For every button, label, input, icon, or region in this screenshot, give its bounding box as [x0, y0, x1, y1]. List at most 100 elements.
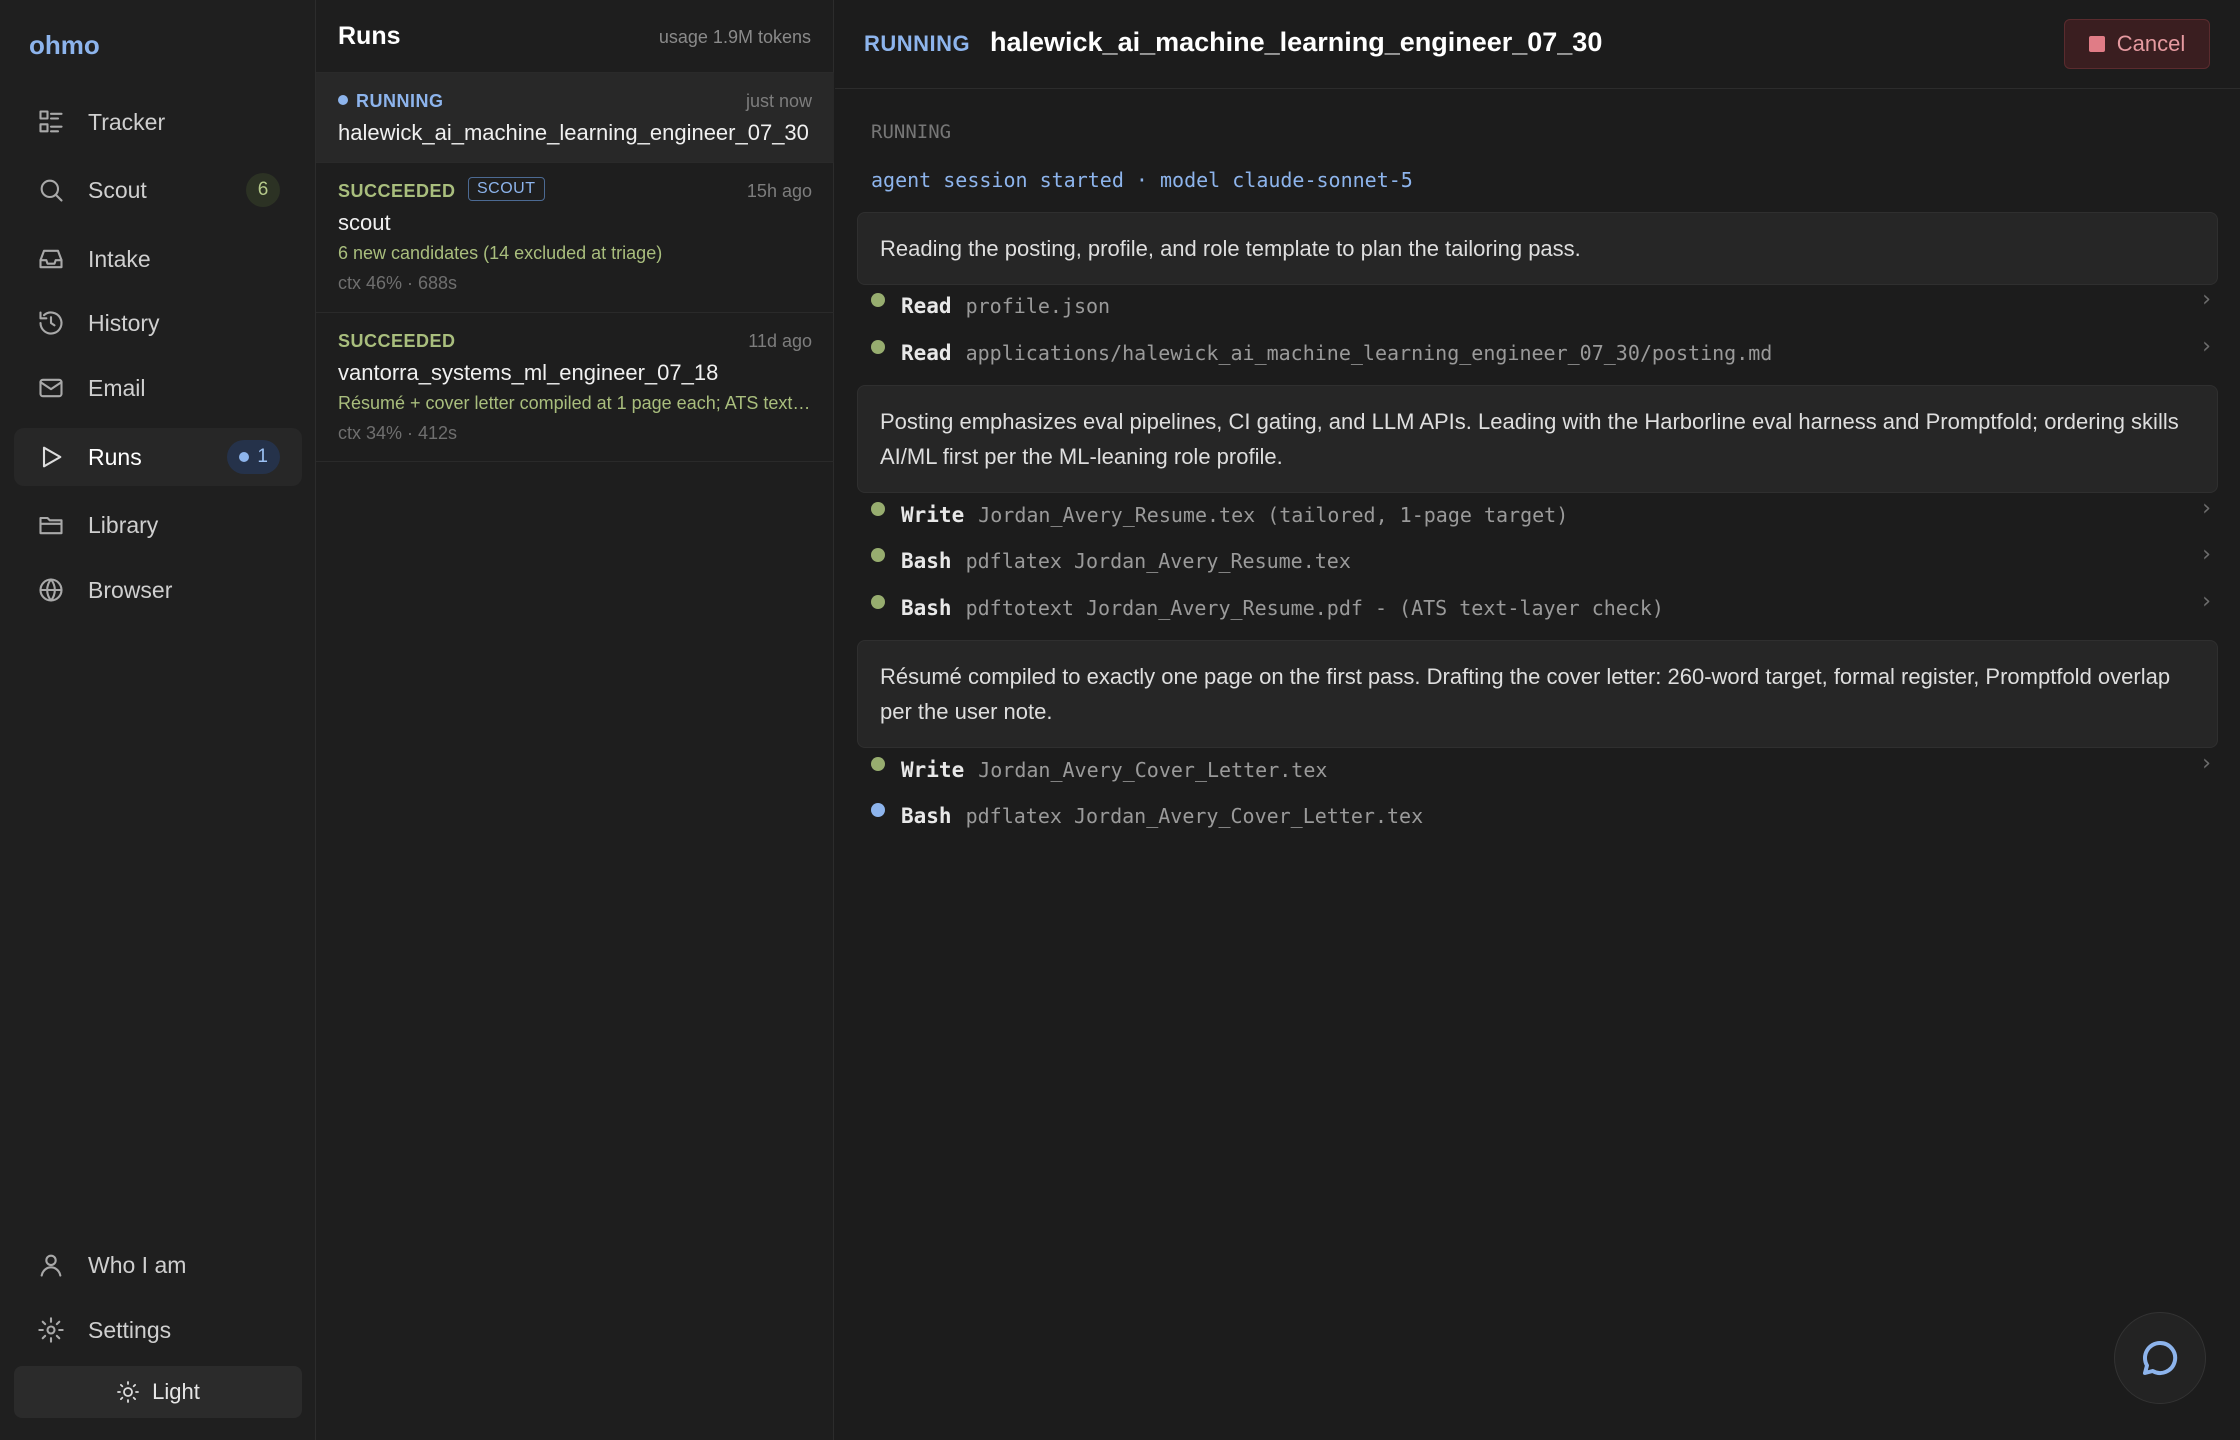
tool-call-row[interactable]: Bash pdflatex Jordan_Avery_Resume.tex ›	[871, 542, 2221, 578]
globe-icon	[36, 575, 66, 605]
theme-toggle-button[interactable]: Light	[14, 1366, 302, 1418]
tool-name: Bash	[901, 596, 952, 620]
run-status: RUNNING	[338, 91, 444, 112]
done-dot	[871, 502, 885, 516]
run-item[interactable]: SUCCEEDED SCOUT 15h ago scout 6 new cand…	[316, 162, 834, 312]
agent-message: Résumé compiled to exactly one page on t…	[857, 640, 2218, 748]
sidebar-item-runs[interactable]: Runs 1	[14, 428, 302, 486]
sidebar: ohmo Tracker Scout 6 Intake History Emai…	[0, 0, 316, 1440]
run-item[interactable]: SUCCEEDED 11d ago vantorra_systems_ml_en…	[316, 312, 834, 462]
cancel-label: Cancel	[2116, 31, 2186, 56]
agent-message: Posting emphasizes eval pipelines, CI ga…	[857, 385, 2218, 493]
sidebar-item-label: Email	[88, 374, 146, 401]
user-icon	[36, 1250, 66, 1280]
chevron-right-icon: ›	[2199, 287, 2213, 312]
run-item[interactable]: RUNNING just now halewick_ai_machine_lea…	[316, 72, 834, 162]
sidebar-item-label: Who I am	[88, 1251, 187, 1278]
usage-text: usage 1.9M tokens	[658, 27, 811, 47]
sidebar-item-who-i-am[interactable]: Who I am	[14, 1236, 302, 1294]
sidebar-item-browser[interactable]: Browser	[14, 561, 302, 619]
run-time: 15h ago	[746, 181, 812, 201]
sidebar-item-label: Scout	[88, 176, 147, 203]
tool-arg: pdftotext Jordan_Avery_Resume.pdf - (ATS…	[965, 596, 1664, 620]
chevron-right-icon: ›	[2199, 496, 2213, 521]
chat-bubble-icon	[2143, 1340, 2178, 1375]
tool-call-row[interactable]: Read applications/halewick_ai_machine_le…	[871, 334, 2221, 370]
stop-icon	[2088, 36, 2105, 52]
chevron-right-icon: ›	[2199, 589, 2213, 614]
running-dot	[871, 803, 885, 817]
sidebar-item-intake[interactable]: Intake	[14, 230, 302, 288]
run-meta: ctx 34% · 412s	[338, 423, 458, 443]
run-tag: SCOUT	[468, 177, 545, 201]
run-header: RUNNING halewick_ai_machine_learning_eng…	[835, 0, 2240, 89]
tool-call-row[interactable]: Write Jordan_Avery_Resume.tex (tailored,…	[871, 496, 2221, 532]
tool-name: Read	[901, 341, 952, 365]
done-dot	[871, 340, 885, 354]
sidebar-item-tracker[interactable]: Tracker	[14, 93, 302, 151]
tool-arg: Jordan_Avery_Resume.tex (tailored, 1-pag…	[978, 503, 1569, 527]
run-meta: ctx 46% · 688s	[338, 273, 458, 293]
mail-icon	[36, 373, 66, 403]
running-dot	[338, 95, 348, 106]
done-dot	[871, 548, 885, 562]
run-summary: Résumé + cover letter compiled at 1 page…	[338, 393, 812, 413]
run-detail: RUNNING halewick_ai_machine_learning_eng…	[835, 0, 2240, 1440]
done-dot	[871, 595, 885, 609]
tool-arg: Jordan_Avery_Cover_Letter.tex	[978, 758, 1328, 782]
tool-name: Write	[901, 503, 965, 527]
tool-arg: applications/halewick_ai_machine_learnin…	[965, 341, 1773, 365]
log-status: RUNNING	[871, 121, 952, 143]
run-time: just now	[745, 91, 812, 111]
inbox-icon	[36, 244, 66, 274]
app-logo[interactable]: ohmo	[29, 30, 100, 61]
page-title: halewick_ai_machine_learning_engineer_07…	[990, 27, 1603, 57]
sidebar-item-label: Runs	[88, 443, 142, 470]
sidebar-item-email[interactable]: Email	[14, 359, 302, 417]
play-icon	[36, 442, 66, 472]
chevron-right-icon: ›	[2199, 334, 2213, 359]
theme-toggle-label: Light	[152, 1379, 200, 1404]
run-name: halewick_ai_machine_learning_engineer_07…	[338, 120, 809, 145]
run-summary: 6 new candidates (14 excluded at triage)	[338, 243, 663, 263]
search-icon	[36, 175, 66, 205]
run-status: SUCCEEDED	[338, 181, 456, 201]
done-dot	[871, 757, 885, 771]
sidebar-item-label: Browser	[88, 576, 173, 603]
agent-message: Reading the posting, profile, and role t…	[857, 212, 2218, 285]
scout-count-badge: 6	[246, 173, 280, 207]
cancel-button[interactable]: Cancel	[2064, 19, 2210, 69]
run-name: vantorra_systems_ml_engineer_07_18	[338, 360, 719, 385]
folder-icon	[36, 510, 66, 540]
runs-panel: Runs usage 1.9M tokens RUNNING just now …	[316, 0, 834, 1440]
runs-active-badge: 1	[227, 440, 280, 474]
history-icon	[36, 308, 66, 338]
sidebar-item-label: Settings	[88, 1316, 172, 1343]
sidebar-item-label: History	[88, 309, 160, 336]
tool-call-row[interactable]: Write Jordan_Avery_Cover_Letter.tex ›	[871, 751, 2221, 787]
runs-count: 1	[257, 446, 268, 467]
tool-name: Bash	[901, 804, 952, 828]
tool-name: Read	[901, 294, 952, 318]
running-dot	[239, 452, 250, 462]
tool-arg: profile.json	[965, 294, 1111, 318]
run-time: 11d ago	[748, 331, 812, 351]
chevron-right-icon: ›	[2199, 751, 2213, 776]
chat-button[interactable]	[2114, 1312, 2206, 1404]
tool-name: Write	[901, 758, 965, 782]
tool-arg: pdflatex Jordan_Avery_Resume.tex	[965, 549, 1351, 573]
sidebar-item-history[interactable]: History	[14, 294, 302, 352]
tool-call-row[interactable]: Read profile.json ›	[871, 287, 2221, 323]
run-status: SUCCEEDED	[338, 331, 456, 351]
gear-icon	[36, 1315, 66, 1345]
tool-call-row[interactable]: Bash pdftotext Jordan_Avery_Resume.pdf -…	[871, 589, 2221, 625]
sidebar-item-library[interactable]: Library	[14, 496, 302, 554]
sidebar-item-label: Library	[88, 511, 159, 538]
tool-call-row[interactable]: Bash pdflatex Jordan_Avery_Cover_Letter.…	[871, 799, 2221, 833]
chevron-right-icon: ›	[2199, 542, 2213, 567]
sidebar-item-settings[interactable]: Settings	[14, 1301, 302, 1359]
tracker-icon	[36, 107, 66, 137]
sidebar-item-scout[interactable]: Scout 6	[14, 161, 302, 219]
sidebar-item-label: Tracker	[88, 108, 166, 135]
sun-icon	[117, 1381, 140, 1403]
